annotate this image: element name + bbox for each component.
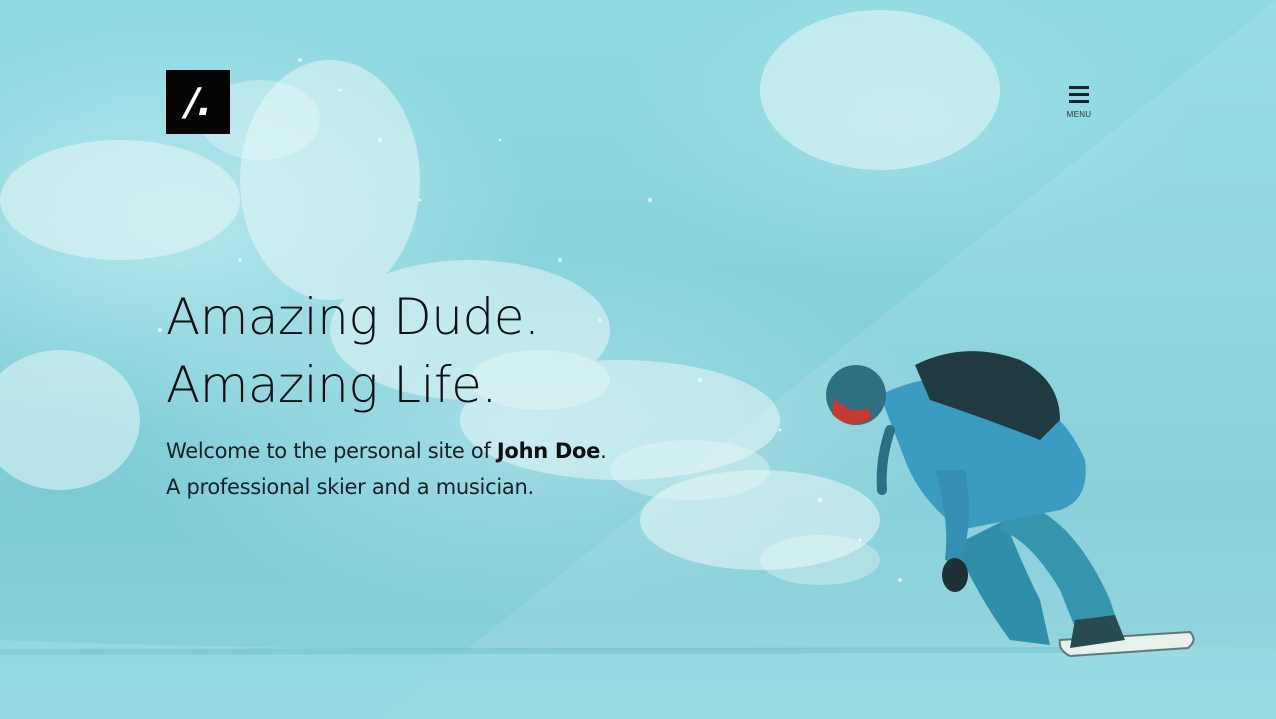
hamburger-menu-icon bbox=[1069, 86, 1089, 103]
logo-text: /. bbox=[180, 80, 216, 124]
intro-suffix: . bbox=[600, 439, 607, 463]
headline-line-2: Amazing Life. bbox=[166, 356, 497, 414]
intro-name: John Doe bbox=[496, 439, 601, 463]
menu-button[interactable]: MENU bbox=[1059, 84, 1099, 124]
intro-prefix: Welcome to the personal site of bbox=[166, 439, 497, 463]
intro-line-2: A professional skier and a musician. bbox=[166, 475, 534, 499]
hero-headline: Amazing Dude. Amazing Life. bbox=[166, 283, 540, 419]
headline-line-1: Amazing Dude. bbox=[166, 288, 540, 346]
menu-label: MENU bbox=[1066, 110, 1092, 119]
site-logo[interactable]: /. bbox=[166, 70, 230, 134]
hero-section: /. MENU Amazing Dude. Amazing Life. Welc… bbox=[0, 0, 1276, 719]
hero-intro: Welcome to the personal site of John Doe… bbox=[166, 433, 607, 505]
intro-line-1: Welcome to the personal site of John Doe… bbox=[166, 433, 607, 469]
